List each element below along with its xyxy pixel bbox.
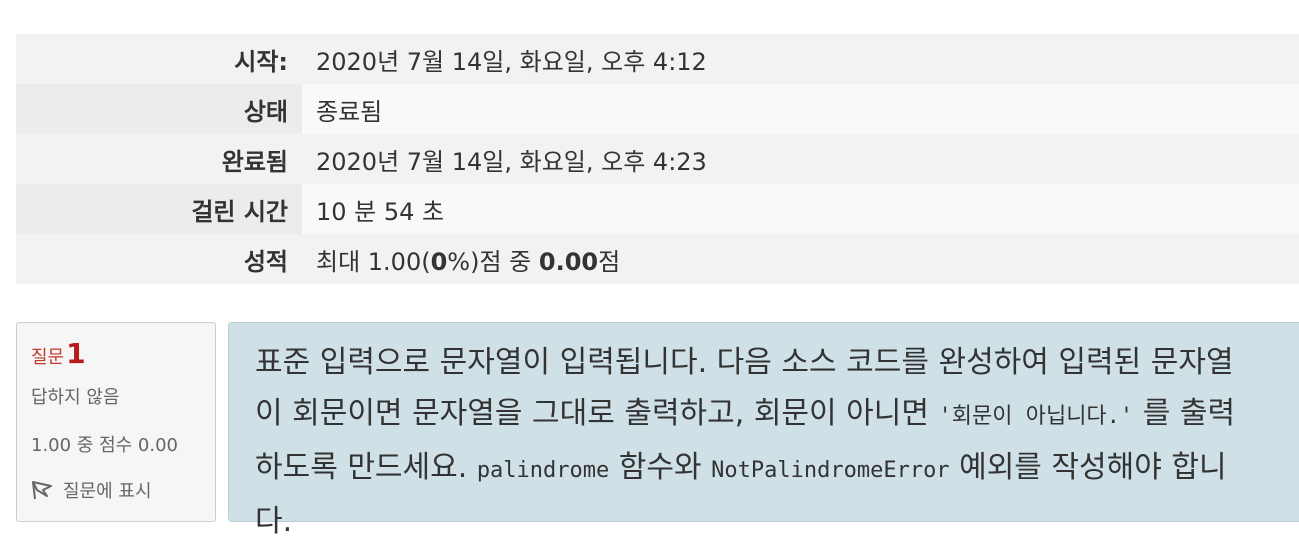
summary-value-time-taken: 10 분 54 초 xyxy=(302,184,1299,234)
summary-label-started: 시작: xyxy=(16,34,302,84)
question-text: 표준 입력으로 문자열이 입력됩니다. 다음 소스 코드를 완성하여 입력된 문… xyxy=(255,337,1255,547)
question-number: 질문 1 xyxy=(31,337,215,371)
summary-label-completed: 완료됨 xyxy=(16,134,302,184)
summary-label-time-taken: 걸린 시간 xyxy=(16,184,302,234)
question-number-value: 1 xyxy=(66,337,86,370)
question-label: 질문 xyxy=(31,347,65,368)
question-code-not-palindrome-error: NotPalindromeError xyxy=(711,458,950,483)
grade-middle: %)점 중 xyxy=(447,247,539,276)
question-grade: 1.00 중 점수 0.00 xyxy=(31,435,179,456)
summary-row-state: 상태 종료됨 xyxy=(16,84,1299,134)
question-state: 답하지 않음 xyxy=(31,387,120,408)
summary-value-completed: 2020년 7월 14일, 화요일, 오후 4:23 xyxy=(302,134,1299,184)
question-text-part3: 함수와 xyxy=(609,450,712,485)
grade-score: 0.00 xyxy=(538,247,599,276)
grade-suffix: 점 xyxy=(598,247,621,276)
summary-value-started: 2020년 7월 14일, 화요일, 오후 4:12 xyxy=(302,34,1299,84)
question-code-palindrome: palindrome xyxy=(476,458,610,483)
question-text-panel: 표준 입력으로 문자열이 입력됩니다. 다음 소스 코드를 완성하여 입력된 문… xyxy=(228,322,1299,539)
attempt-summary-table: 시작: 2020년 7월 14일, 화요일, 오후 4:12 상태 종료됨 완료… xyxy=(16,34,1299,284)
flag-icon xyxy=(32,481,52,500)
question-info-panel: 질문 1 답하지 않음 1.00 중 점수 0.00 질문에 표시 xyxy=(16,322,216,522)
flag-question-link[interactable]: 질문에 표시 xyxy=(31,477,215,503)
summary-row-completed: 완료됨 2020년 7월 14일, 화요일, 오후 4:23 xyxy=(16,134,1299,184)
summary-value-grade: 최대 1.00(0%)점 중 0.00점 xyxy=(302,234,1299,284)
summary-row-time-taken: 걸린 시간 10 분 54 초 xyxy=(16,184,1299,234)
summary-value-state: 종료됨 xyxy=(302,84,1299,134)
grade-percent: 0 xyxy=(430,247,448,276)
flag-question-label: 질문에 표시 xyxy=(63,481,152,502)
summary-label-grade: 성적 xyxy=(16,234,302,284)
question-code-not-palindrome-message: '회문이 아닙니다.' xyxy=(938,404,1134,429)
summary-row-grade: 성적 최대 1.00(0%)점 중 0.00점 xyxy=(16,234,1299,284)
summary-label-state: 상태 xyxy=(16,84,302,134)
grade-prefix: 최대 1.00( xyxy=(316,247,431,276)
summary-row-started: 시작: 2020년 7월 14일, 화요일, 오후 4:12 xyxy=(16,34,1299,84)
